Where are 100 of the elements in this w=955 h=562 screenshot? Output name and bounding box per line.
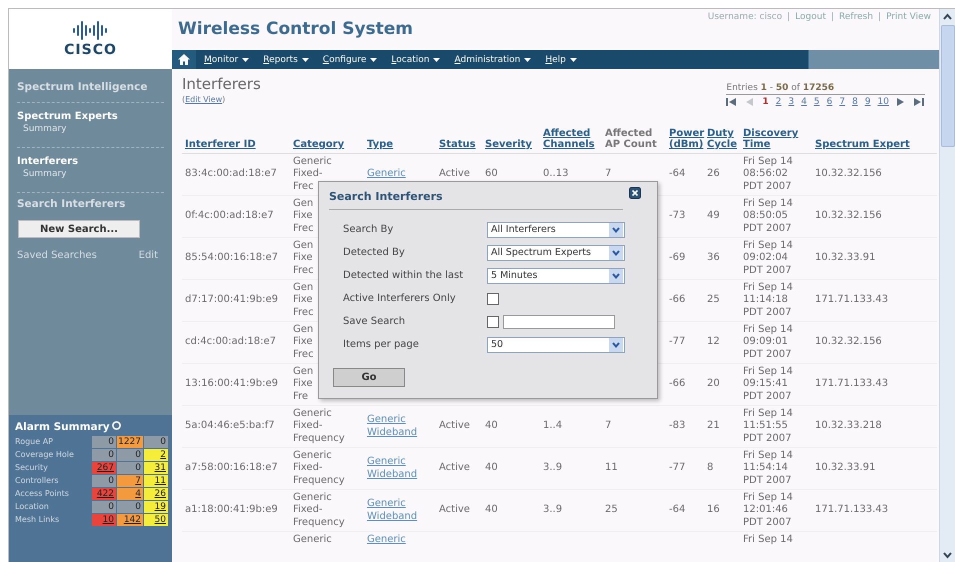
type-link[interactable]: Generic Wideband xyxy=(367,456,418,481)
alarm-count[interactable]: 267 xyxy=(92,462,116,474)
column-header[interactable]: Discovery Time xyxy=(743,128,809,150)
alarm-count[interactable]: 422 xyxy=(92,488,116,500)
alarm-count[interactable]: 4 xyxy=(117,488,143,500)
column-header[interactable]: Category xyxy=(293,139,344,150)
table-cell: 25 xyxy=(605,504,618,517)
sidebar-section[interactable]: Spectrum Experts xyxy=(17,106,164,122)
nav-menu[interactable]: Help xyxy=(537,54,583,64)
page-link[interactable]: 9 xyxy=(864,97,871,107)
caret-icon xyxy=(302,58,309,62)
type-link[interactable]: Generic xyxy=(367,534,406,546)
alarm-count[interactable]: 10 xyxy=(92,514,116,526)
page-link[interactable]: 7 xyxy=(839,97,846,107)
scroll-thumb[interactable] xyxy=(940,25,954,147)
home-icon xyxy=(178,54,190,65)
table-cell: 60 xyxy=(485,168,498,181)
page-link[interactable]: 6 xyxy=(826,97,832,107)
caret-icon xyxy=(370,58,378,62)
page-link[interactable]: 1 xyxy=(762,97,769,107)
alarm-count[interactable]: 2 xyxy=(144,449,168,461)
alarm-count[interactable]: 50 xyxy=(144,514,168,526)
column-header[interactable]: Power (dBm) xyxy=(669,128,704,150)
alarm-count[interactable]: 26 xyxy=(144,488,168,500)
table-cell: 49 xyxy=(707,210,720,223)
column-header[interactable]: Duty Cycle xyxy=(707,128,737,150)
column-header[interactable]: Type xyxy=(367,139,394,150)
alarm-count: 0 xyxy=(117,462,143,474)
table-cell: Fri Sep 14 11:14:18 PDT 2007 xyxy=(743,282,793,320)
info-icon[interactable] xyxy=(112,421,121,430)
nav-menu[interactable]: Reports xyxy=(255,54,315,64)
alarm-count[interactable]: 31 xyxy=(144,462,168,474)
nav-menu[interactable]: Monitor xyxy=(196,54,256,64)
table-cell: 10.32.33.91 xyxy=(815,462,876,475)
table-cell: 10.32.32.156 xyxy=(815,336,882,349)
field-label: Detected By xyxy=(343,247,406,258)
dropdown[interactable]: All Spectrum Experts xyxy=(487,244,625,260)
new-search-button[interactable]: New Search... xyxy=(18,220,140,238)
table-cell: -77 xyxy=(669,336,686,349)
table-cell: Active xyxy=(439,168,470,181)
alarm-count[interactable]: 7 xyxy=(117,475,143,487)
table-cell: Fri Sep 14 12:01:46 PDT 2007 xyxy=(743,492,793,530)
table-cell: Fri Sep 14 08:50:05 PDT 2007 xyxy=(743,198,793,236)
alarm-count[interactable]: 142 xyxy=(117,514,143,526)
column-header[interactable]: Spectrum Expert xyxy=(815,139,910,150)
page-link[interactable]: 4 xyxy=(801,97,807,107)
dropdown[interactable]: 5 Minutes xyxy=(487,268,625,284)
table-cell: 12 xyxy=(707,336,720,349)
column-header[interactable]: Status xyxy=(439,139,476,150)
table-cell: 7 xyxy=(605,168,612,181)
type-link[interactable]: Generic Wideband xyxy=(367,414,418,439)
home-button[interactable] xyxy=(172,50,196,69)
page-link[interactable]: 5 xyxy=(814,97,820,107)
nav-menu[interactable]: Administration xyxy=(446,54,538,64)
table-cell: Active xyxy=(439,462,470,475)
first-page-icon[interactable] xyxy=(726,97,738,107)
alarm-count: 0 xyxy=(117,501,143,513)
page-link[interactable]: 3 xyxy=(788,97,794,107)
last-page-icon[interactable] xyxy=(914,97,925,107)
table-cell: -69 xyxy=(669,252,686,265)
checkbox[interactable] xyxy=(487,292,499,304)
sidebar-section[interactable]: Interferers xyxy=(17,151,164,167)
field-label: Save Search xyxy=(343,316,406,327)
page-link[interactable]: 8 xyxy=(852,97,858,107)
alarm-count[interactable]: 11 xyxy=(144,475,168,487)
column-header[interactable]: Interferer ID xyxy=(185,139,256,150)
checkbox[interactable] xyxy=(487,316,499,328)
field-label: Active Interferers Only xyxy=(343,293,457,304)
text-field[interactable] xyxy=(503,314,615,328)
table-cell: 26 xyxy=(707,168,720,181)
nav-menu[interactable]: Location xyxy=(383,54,446,64)
page-link[interactable]: 10 xyxy=(878,97,889,107)
table-cell: -64 xyxy=(669,168,686,181)
column-header[interactable]: Severity xyxy=(485,139,532,150)
nav-menu[interactable]: Configure xyxy=(314,54,384,64)
table-cell: 171.71.133.43 xyxy=(815,294,888,307)
alarm-count[interactable]: 19 xyxy=(144,501,168,513)
close-icon[interactable] xyxy=(629,187,641,199)
dropdown[interactable]: All Interferers xyxy=(487,222,625,238)
edit-view-link[interactable]: Edit View xyxy=(185,95,222,104)
sidebar-heading: Search Interferers xyxy=(17,197,126,212)
table-cell: 0..13 xyxy=(543,168,568,181)
column-header[interactable]: Affected Channels xyxy=(543,128,599,150)
dropdown[interactable]: 50 xyxy=(487,336,625,352)
table-cell: 8 xyxy=(707,462,714,475)
page-link[interactable]: 2 xyxy=(776,97,782,107)
table-cell: 171.71.133.43 xyxy=(815,504,888,517)
alarm-label: Controllers xyxy=(15,475,60,487)
table-cell: 171.71.133.43 xyxy=(815,378,888,391)
separator-text: | xyxy=(830,12,834,22)
dialog-title: Search Interferers xyxy=(329,190,443,203)
type-link[interactable]: Generic Wideband xyxy=(367,498,418,523)
logo-text: CISCO xyxy=(64,42,117,58)
caret-icon xyxy=(570,58,577,62)
type-link[interactable]: Generic xyxy=(367,168,406,181)
table-cell-text: Generic Fixed- Frec xyxy=(293,156,332,192)
scrollbar[interactable] xyxy=(939,9,955,562)
username-text: Username: cisco xyxy=(708,12,782,22)
go-button[interactable]: Go xyxy=(333,368,405,387)
cisco-bars-icon xyxy=(72,20,110,42)
